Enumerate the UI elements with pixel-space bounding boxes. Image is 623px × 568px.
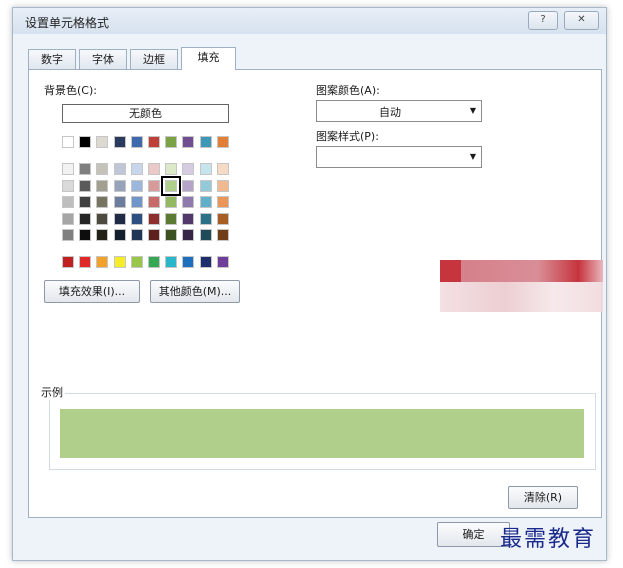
pattern-style-label: 图案样式(P):	[316, 130, 379, 143]
selected-color-indicator	[161, 175, 182, 196]
color-swatch-tint[interactable]	[62, 229, 74, 241]
color-swatch-standard[interactable]	[113, 256, 126, 268]
color-swatch-standard[interactable]	[182, 256, 195, 268]
pattern-color-select[interactable]: 自动 ▼	[316, 100, 482, 122]
color-swatch-tint[interactable]	[182, 212, 195, 225]
color-swatch-theme[interactable]	[182, 136, 195, 148]
color-swatch-tint[interactable]	[165, 229, 178, 241]
chevron-down-icon[interactable]: ▼	[465, 147, 481, 167]
color-swatch-standard[interactable]	[165, 256, 178, 268]
color-swatch-tint[interactable]	[96, 196, 109, 208]
close-button[interactable]: ✕	[564, 11, 599, 30]
chevron-down-icon[interactable]: ▼	[465, 101, 481, 121]
color-swatch-tint[interactable]	[199, 212, 212, 225]
tab-fill[interactable]: 填充	[181, 47, 236, 70]
color-swatch-tint[interactable]	[216, 196, 229, 208]
pattern-style-select[interactable]: ▼	[316, 146, 482, 168]
color-swatch-tint[interactable]	[216, 229, 229, 241]
no-color-button[interactable]: 无颜色	[62, 104, 229, 123]
color-swatch-tint[interactable]	[62, 196, 74, 208]
color-swatch-tint[interactable]	[113, 196, 126, 208]
color-swatch-tint[interactable]	[96, 163, 109, 175]
color-swatch-theme[interactable]	[216, 136, 229, 148]
color-swatch-standard[interactable]	[148, 256, 160, 268]
mosaic-overlay	[440, 260, 603, 282]
color-swatch-tint[interactable]	[130, 163, 143, 175]
color-swatch-tint[interactable]	[148, 163, 160, 175]
color-swatch-theme[interactable]	[199, 136, 212, 148]
watermark-text: 最需教育	[500, 527, 597, 552]
color-swatch-tint[interactable]	[96, 212, 109, 225]
more-colors-button[interactable]: 其他颜色(M)...	[150, 280, 240, 303]
color-swatch-tint[interactable]	[182, 229, 195, 241]
color-swatch-tint[interactable]	[182, 179, 195, 192]
color-swatch-tint[interactable]	[199, 179, 212, 192]
color-swatch-standard[interactable]	[79, 256, 92, 268]
color-swatch-tint[interactable]	[216, 212, 229, 225]
color-swatch-theme[interactable]	[62, 136, 74, 148]
color-swatch-tint[interactable]	[62, 179, 74, 192]
color-swatch-tint[interactable]	[113, 212, 126, 225]
color-swatch-tint[interactable]	[96, 229, 109, 241]
color-swatch-tint[interactable]	[113, 163, 126, 175]
color-swatch-standard[interactable]	[96, 256, 109, 268]
sample-preview	[60, 409, 584, 458]
background-color-label: 背景色(C):	[44, 84, 97, 97]
color-swatch-tint[interactable]	[199, 196, 212, 208]
color-swatch-tint[interactable]	[182, 163, 195, 175]
title-bar: 设置单元格格式 ? ✕	[13, 8, 606, 34]
color-swatch-tint[interactable]	[199, 163, 212, 175]
color-swatch-theme[interactable]	[113, 136, 126, 148]
color-swatch-tint[interactable]	[130, 179, 143, 192]
color-swatch-tint[interactable]	[148, 212, 160, 225]
fill-effects-button[interactable]: 填充效果(I)...	[44, 280, 140, 303]
color-swatch-tint[interactable]	[79, 196, 92, 208]
color-swatch-tint[interactable]	[199, 229, 212, 241]
color-swatch-standard[interactable]	[216, 256, 229, 268]
color-swatch-tint[interactable]	[79, 212, 92, 225]
color-swatch-tint[interactable]	[148, 196, 160, 208]
color-swatch-tint[interactable]	[113, 179, 126, 192]
color-swatch-tint[interactable]	[130, 212, 143, 225]
color-swatch-tint[interactable]	[182, 196, 195, 208]
clear-button[interactable]: 清除(R)	[508, 486, 578, 509]
color-swatch-tint[interactable]	[216, 163, 229, 175]
dialog-title: 设置单元格格式	[25, 16, 110, 30]
color-swatch-tint[interactable]	[79, 179, 92, 192]
color-swatch-theme[interactable]	[130, 136, 143, 148]
pattern-color-label: 图案颜色(A):	[316, 84, 380, 97]
tab-number[interactable]: 数字	[28, 49, 76, 69]
tab-border[interactable]: 边框	[130, 49, 178, 69]
color-swatch-tint[interactable]	[79, 163, 92, 175]
color-swatch-standard[interactable]	[62, 256, 74, 268]
help-button[interactable]: ?	[528, 11, 558, 30]
color-swatch-tint[interactable]	[165, 212, 178, 225]
color-swatch-standard[interactable]	[130, 256, 143, 268]
color-swatch-tint[interactable]	[62, 212, 74, 225]
color-swatch-tint[interactable]	[130, 229, 143, 241]
pattern-color-value: 自动	[379, 106, 401, 119]
color-swatch-tint[interactable]	[148, 229, 160, 241]
color-swatch-tint[interactable]	[148, 179, 160, 192]
tab-font[interactable]: 字体	[79, 49, 127, 69]
color-swatch-tint[interactable]	[96, 179, 109, 192]
color-swatch-theme[interactable]	[96, 136, 109, 148]
color-swatch-theme[interactable]	[165, 136, 178, 148]
color-swatch-tint[interactable]	[62, 163, 74, 175]
color-swatch-tint[interactable]	[113, 229, 126, 241]
color-swatch-tint[interactable]	[216, 179, 229, 192]
color-swatch-tint[interactable]	[165, 163, 178, 175]
color-swatch-tint[interactable]	[165, 196, 178, 208]
mosaic-overlay-lower	[440, 282, 603, 312]
color-swatch-theme[interactable]	[148, 136, 160, 148]
sample-frame	[49, 393, 596, 470]
color-swatch-standard[interactable]	[199, 256, 212, 268]
color-swatch-tint[interactable]	[79, 229, 92, 241]
color-swatch-theme[interactable]	[79, 136, 92, 148]
color-swatch-tint[interactable]	[130, 196, 143, 208]
sample-label: 示例	[39, 384, 65, 400]
